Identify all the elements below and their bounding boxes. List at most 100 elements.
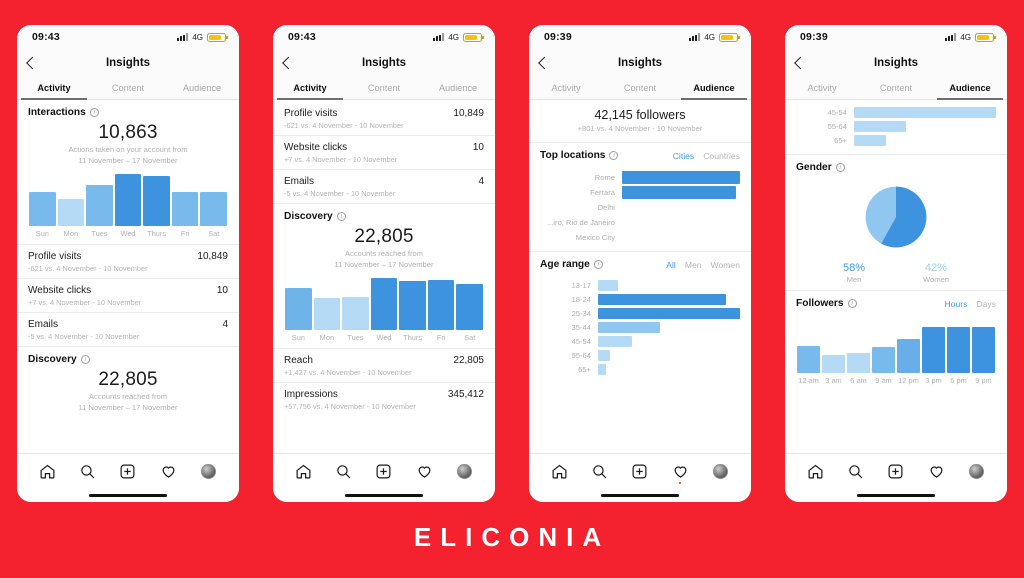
bar-column (847, 327, 870, 373)
table-row[interactable]: Website clicks 10 +7 vs. 4 November - 10… (273, 136, 495, 170)
status-bar: 09:43 4G (17, 25, 239, 49)
insights-scroll-body[interactable]: Interactions i 10,863 Actions taken on y… (17, 100, 239, 453)
table-row[interactable]: Emails 4 -5 vs. 4 November - 10 November (273, 170, 495, 204)
tab-audience[interactable]: Audience (677, 76, 751, 100)
bar-track (598, 336, 740, 347)
info-icon[interactable]: i (593, 260, 603, 269)
search-icon[interactable] (335, 463, 352, 480)
metric-value: 10,849 (453, 108, 484, 119)
bottom-nav-bar (273, 453, 495, 489)
bar-column (947, 327, 970, 373)
table-row[interactable]: Emails 4 -5 vs. 4 November - 10 November (17, 313, 239, 347)
bar-column (57, 174, 85, 226)
home-indicator[interactable] (857, 494, 935, 497)
bar (598, 294, 726, 305)
bar-label: Tues (347, 333, 364, 342)
men-percentage: 58% (842, 262, 866, 274)
segment-days[interactable]: Days (976, 299, 996, 309)
heart-icon[interactable] (160, 463, 177, 480)
segment-countries[interactable]: Countries (703, 151, 740, 161)
status-time: 09:39 (544, 31, 572, 43)
metric-label: Reach (284, 355, 313, 366)
segment-women[interactable]: Women (711, 260, 740, 270)
insights-scroll-body[interactable]: Profile visits 10,849 -621 vs. 4 Novembe… (273, 100, 495, 453)
avatar[interactable] (456, 463, 473, 480)
home-icon[interactable] (551, 463, 568, 480)
tab-audience[interactable]: Audience (933, 76, 1007, 100)
segment-cities[interactable]: Cities (673, 151, 695, 161)
plus-square-icon[interactable] (887, 463, 904, 480)
bar-track (598, 294, 740, 305)
heart-icon[interactable] (416, 463, 433, 480)
tab-activity[interactable]: Activity (529, 76, 603, 99)
search-icon[interactable] (847, 463, 864, 480)
home-indicator[interactable] (89, 494, 167, 497)
table-row[interactable]: Impressions 345,412 +57,756 vs. 4 Novemb… (273, 383, 495, 416)
bar-label: Wed (376, 333, 392, 342)
bar-column (972, 327, 995, 373)
search-icon[interactable] (591, 463, 608, 480)
bar (171, 191, 199, 226)
segment-men[interactable]: Men (685, 260, 702, 270)
home-icon[interactable] (807, 463, 824, 480)
tab-content[interactable]: Content (347, 76, 421, 99)
info-icon[interactable]: i (336, 212, 346, 221)
followers-segment-control[interactable]: Hours Days (944, 299, 996, 309)
segment-hours[interactable]: Hours (944, 299, 967, 309)
age-segment-control[interactable]: All Men Women (666, 260, 740, 270)
bar (872, 347, 895, 373)
bar-track (622, 201, 740, 214)
avatar[interactable] (712, 463, 729, 480)
gender-pie-chart (865, 186, 927, 248)
audience-scroll-body[interactable]: 42,145 followers +801 vs. 4 November - 1… (529, 100, 751, 453)
info-icon[interactable]: i (847, 299, 857, 308)
heart-icon[interactable] (928, 463, 945, 480)
home-indicator[interactable] (345, 494, 423, 497)
home-icon[interactable] (39, 463, 56, 480)
table-row[interactable]: Website clicks 10 +7 vs. 4 November - 10… (17, 279, 239, 313)
signal-bars-icon (945, 33, 957, 41)
table-row[interactable]: Profile visits 10,849 -621 vs. 4 Novembe… (273, 100, 495, 136)
network-label: 4G (960, 32, 971, 42)
followers-title-group: Followers i (796, 298, 857, 309)
bar-column (114, 174, 142, 226)
plus-square-icon[interactable] (375, 463, 392, 480)
signal-bars-icon (689, 33, 701, 41)
top-locations-title-group: Top locations i (540, 150, 619, 161)
heart-icon[interactable] (672, 463, 689, 484)
tab-content[interactable]: Content (91, 76, 165, 99)
tab-content[interactable]: Content (859, 76, 933, 99)
home-icon[interactable] (295, 463, 312, 480)
bar-column (922, 327, 945, 373)
tab-activity[interactable]: Activity (17, 76, 91, 100)
search-icon[interactable] (79, 463, 96, 480)
audience-scroll-body[interactable]: 45-54 55-64 65+ Gender i 58% Men 42% Wom… (785, 100, 1007, 453)
info-icon[interactable]: i (80, 355, 90, 364)
bar (947, 327, 970, 373)
bar-label: Fri (436, 333, 446, 342)
metric-label: Profile visits (284, 108, 338, 119)
home-indicator-area (529, 489, 751, 502)
bar-row: 45-54 (540, 335, 740, 348)
avatar[interactable] (200, 463, 217, 480)
interactions-subtitle-1: Actions taken on your account from (68, 145, 188, 154)
info-icon[interactable]: i (89, 108, 99, 117)
home-indicator[interactable] (601, 494, 679, 497)
tab-audience[interactable]: Audience (421, 76, 495, 99)
locations-segment-control[interactable]: Cities Countries (673, 151, 740, 161)
tab-audience[interactable]: Audience (165, 76, 239, 99)
table-row[interactable]: Profile visits 10,849 -621 vs. 4 Novembe… (17, 245, 239, 279)
info-icon[interactable]: i (609, 151, 619, 160)
discovery-bar-chart (284, 278, 484, 330)
tab-activity[interactable]: Activity (273, 76, 347, 100)
avatar[interactable] (968, 463, 985, 480)
tab-bar: Activity Content Audience (529, 76, 751, 100)
segment-all[interactable]: All (666, 260, 676, 270)
table-row[interactable]: Reach 22,805 +1,427 vs. 4 November - 10 … (273, 349, 495, 383)
tab-activity[interactable]: Activity (785, 76, 859, 99)
info-icon[interactable]: i (835, 163, 845, 172)
plus-square-icon[interactable] (631, 463, 648, 480)
tab-content[interactable]: Content (603, 76, 677, 99)
plus-square-icon[interactable] (119, 463, 136, 480)
bar (622, 186, 737, 199)
